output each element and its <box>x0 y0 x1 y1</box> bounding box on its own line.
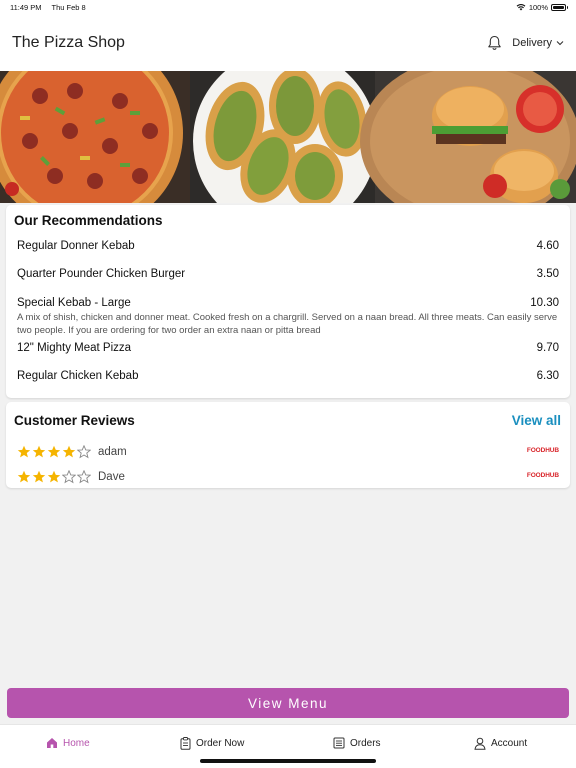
star-filled-icon <box>17 470 31 483</box>
shop-title: The Pizza Shop <box>12 33 125 51</box>
header-actions: Delivery <box>487 35 564 51</box>
battery-icon <box>551 3 568 11</box>
menu-item-price: 4.60 <box>536 240 559 252</box>
menu-item-price: 9.70 <box>536 342 559 354</box>
home-icon <box>47 738 57 748</box>
recommendations-card: Our Recommendations Regular Donner Kebab… <box>6 205 570 398</box>
status-left: 11:49 PM Thu Feb 8 <box>10 3 94 12</box>
delivery-label: Delivery <box>512 36 552 49</box>
menu-item-name: Regular Donner Kebab <box>17 240 135 252</box>
menu-item-price: 10.30 <box>530 297 559 309</box>
review-author: adam <box>98 446 127 458</box>
menu-item[interactable]: Special Kebab - Large 10.30 A mix of shi… <box>17 297 559 337</box>
star-rating <box>17 445 91 459</box>
foodhub-logo: FOODHUB <box>526 472 559 479</box>
menu-item-name: Special Kebab - Large <box>17 297 131 309</box>
pizza-image <box>0 71 195 203</box>
hero-banner <box>0 71 576 203</box>
order-clipboard-icon <box>180 737 191 750</box>
star-empty-icon <box>77 445 91 459</box>
wifi-icon <box>516 4 526 11</box>
menu-item-description: A mix of shish, chicken and donner meat.… <box>17 312 558 336</box>
menu-item-price: 3.50 <box>536 268 559 280</box>
user-icon <box>474 737 486 750</box>
reviews-title: Customer Reviews <box>14 413 135 428</box>
star-filled-icon <box>62 445 76 458</box>
star-filled-icon <box>32 470 46 483</box>
star-rating <box>17 470 91 484</box>
receipt-icon <box>333 737 345 749</box>
review-author: Dave <box>98 471 125 483</box>
menu-item-name: Regular Chicken Kebab <box>17 370 139 382</box>
tab-label: Home <box>63 737 90 749</box>
foodhub-logo: FOODHUB <box>526 447 559 454</box>
tab-label: Account <box>491 738 528 749</box>
review-row[interactable]: Dave FOODHUB <box>17 469 559 485</box>
star-filled-icon <box>47 445 61 458</box>
hero-food-illustration <box>0 71 576 203</box>
tab-label: Orders <box>350 737 381 749</box>
tab-orders[interactable]: Orders <box>333 737 381 749</box>
menu-item[interactable]: 12" Mighty Meat Pizza 9.70 <box>17 342 559 358</box>
status-bar: 11:49 PM Thu Feb 8 100% <box>0 0 576 14</box>
garlic-bread-image <box>190 71 380 203</box>
menu-item-price: 6.30 <box>536 370 559 382</box>
review-row[interactable]: adam FOODHUB <box>17 444 559 460</box>
status-time: 11:49 PM <box>10 2 42 12</box>
status-right: 100% <box>516 2 568 12</box>
star-filled-icon <box>32 445 46 458</box>
view-menu-button[interactable]: View Menu <box>7 688 569 718</box>
reviews-card: Customer Reviews View all adam FOODHUB D… <box>6 402 570 488</box>
menu-item[interactable]: Quarter Pounder Chicken Burger 3.50 <box>17 268 559 284</box>
burger-image <box>360 71 576 203</box>
menu-item-name: 12" Mighty Meat Pizza <box>17 342 132 354</box>
star-empty-icon <box>62 470 76 484</box>
menu-item[interactable]: Regular Donner Kebab 4.60 <box>17 240 559 256</box>
status-date: Thu Feb 8 <box>51 2 86 12</box>
menu-item[interactable]: Regular Chicken Kebab 6.30 <box>17 370 559 386</box>
app-header: The Pizza Shop Delivery <box>0 14 576 71</box>
star-empty-icon <box>77 470 91 484</box>
recommendations-title: Our Recommendations <box>14 213 163 228</box>
view-all-link[interactable]: View all <box>512 413 561 428</box>
tab-account[interactable]: Account <box>474 737 527 750</box>
bell-icon[interactable] <box>487 35 502 51</box>
tab-home[interactable]: Home <box>46 737 90 749</box>
home-indicator <box>200 759 376 763</box>
tab-order-now[interactable]: Order Now <box>180 737 244 750</box>
menu-item-name: Quarter Pounder Chicken Burger <box>17 268 186 280</box>
star-filled-icon <box>47 470 61 483</box>
delivery-selector[interactable]: Delivery <box>512 37 564 49</box>
star-filled-icon <box>17 445 31 458</box>
battery-percent: 100% <box>528 2 548 12</box>
chevron-down-icon <box>556 40 564 45</box>
tab-label: Order Now <box>196 738 245 749</box>
